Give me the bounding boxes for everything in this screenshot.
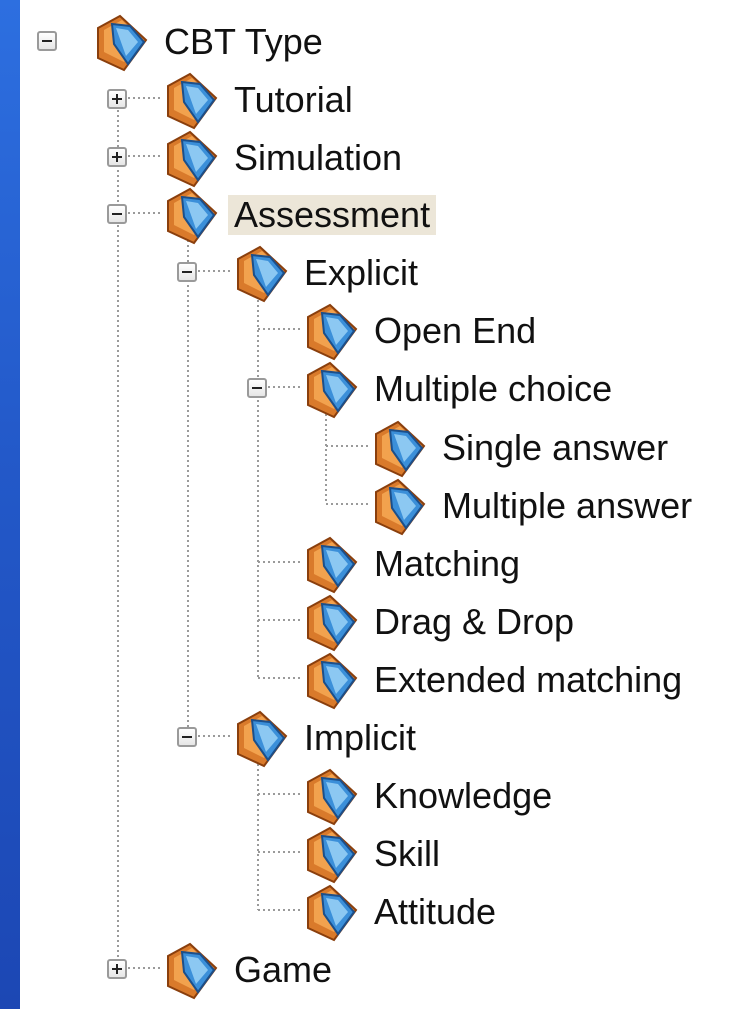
node-label: Skill <box>374 833 441 874</box>
node-label: Multiple choice <box>374 368 613 409</box>
folder-icon <box>167 130 218 188</box>
folder-icon <box>307 361 358 419</box>
expand-toggle[interactable] <box>107 147 127 167</box>
node-label: Assessment <box>228 195 437 235</box>
folder-icon <box>307 652 358 710</box>
folder-icon <box>307 768 358 826</box>
node-label: Game <box>234 949 333 990</box>
expand-toggle[interactable] <box>107 89 127 109</box>
folder-icon <box>307 303 358 361</box>
collapse-toggle[interactable] <box>37 31 57 51</box>
folder-icon <box>237 245 288 303</box>
node-label: Knowledge <box>374 775 553 816</box>
tree-view: CBT Type Tutorial Simulation Assessment … <box>20 0 752 1009</box>
node-label: Extended matching <box>374 659 683 700</box>
folder-icon <box>97 14 148 72</box>
folder-icon <box>307 594 358 652</box>
collapse-toggle[interactable] <box>247 378 267 398</box>
folder-icon <box>307 826 358 884</box>
folder-icon <box>375 478 426 536</box>
node-label: Drag & Drop <box>374 601 575 642</box>
expand-toggle[interactable] <box>107 959 127 979</box>
folder-icon <box>167 72 218 130</box>
node-label: Attitude <box>374 891 497 932</box>
node-label: Open End <box>374 310 537 351</box>
folder-icon <box>167 942 218 1000</box>
node-label: Single answer <box>442 427 669 468</box>
folder-icon <box>307 884 358 942</box>
node-label: Matching <box>374 543 521 584</box>
node-label: Simulation <box>234 137 403 178</box>
collapse-toggle[interactable] <box>107 204 127 224</box>
node-label: Tutorial <box>234 79 353 120</box>
node-label: CBT Type <box>164 21 323 62</box>
collapse-toggle[interactable] <box>177 727 197 747</box>
node-label: Explicit <box>304 252 419 293</box>
node-label: Implicit <box>304 717 417 758</box>
collapse-toggle[interactable] <box>177 262 197 282</box>
folder-icon <box>307 536 358 594</box>
folder-icon <box>375 420 426 478</box>
node-label: Multiple answer <box>442 485 693 526</box>
folder-icon <box>167 187 218 245</box>
folder-icon <box>237 710 288 768</box>
